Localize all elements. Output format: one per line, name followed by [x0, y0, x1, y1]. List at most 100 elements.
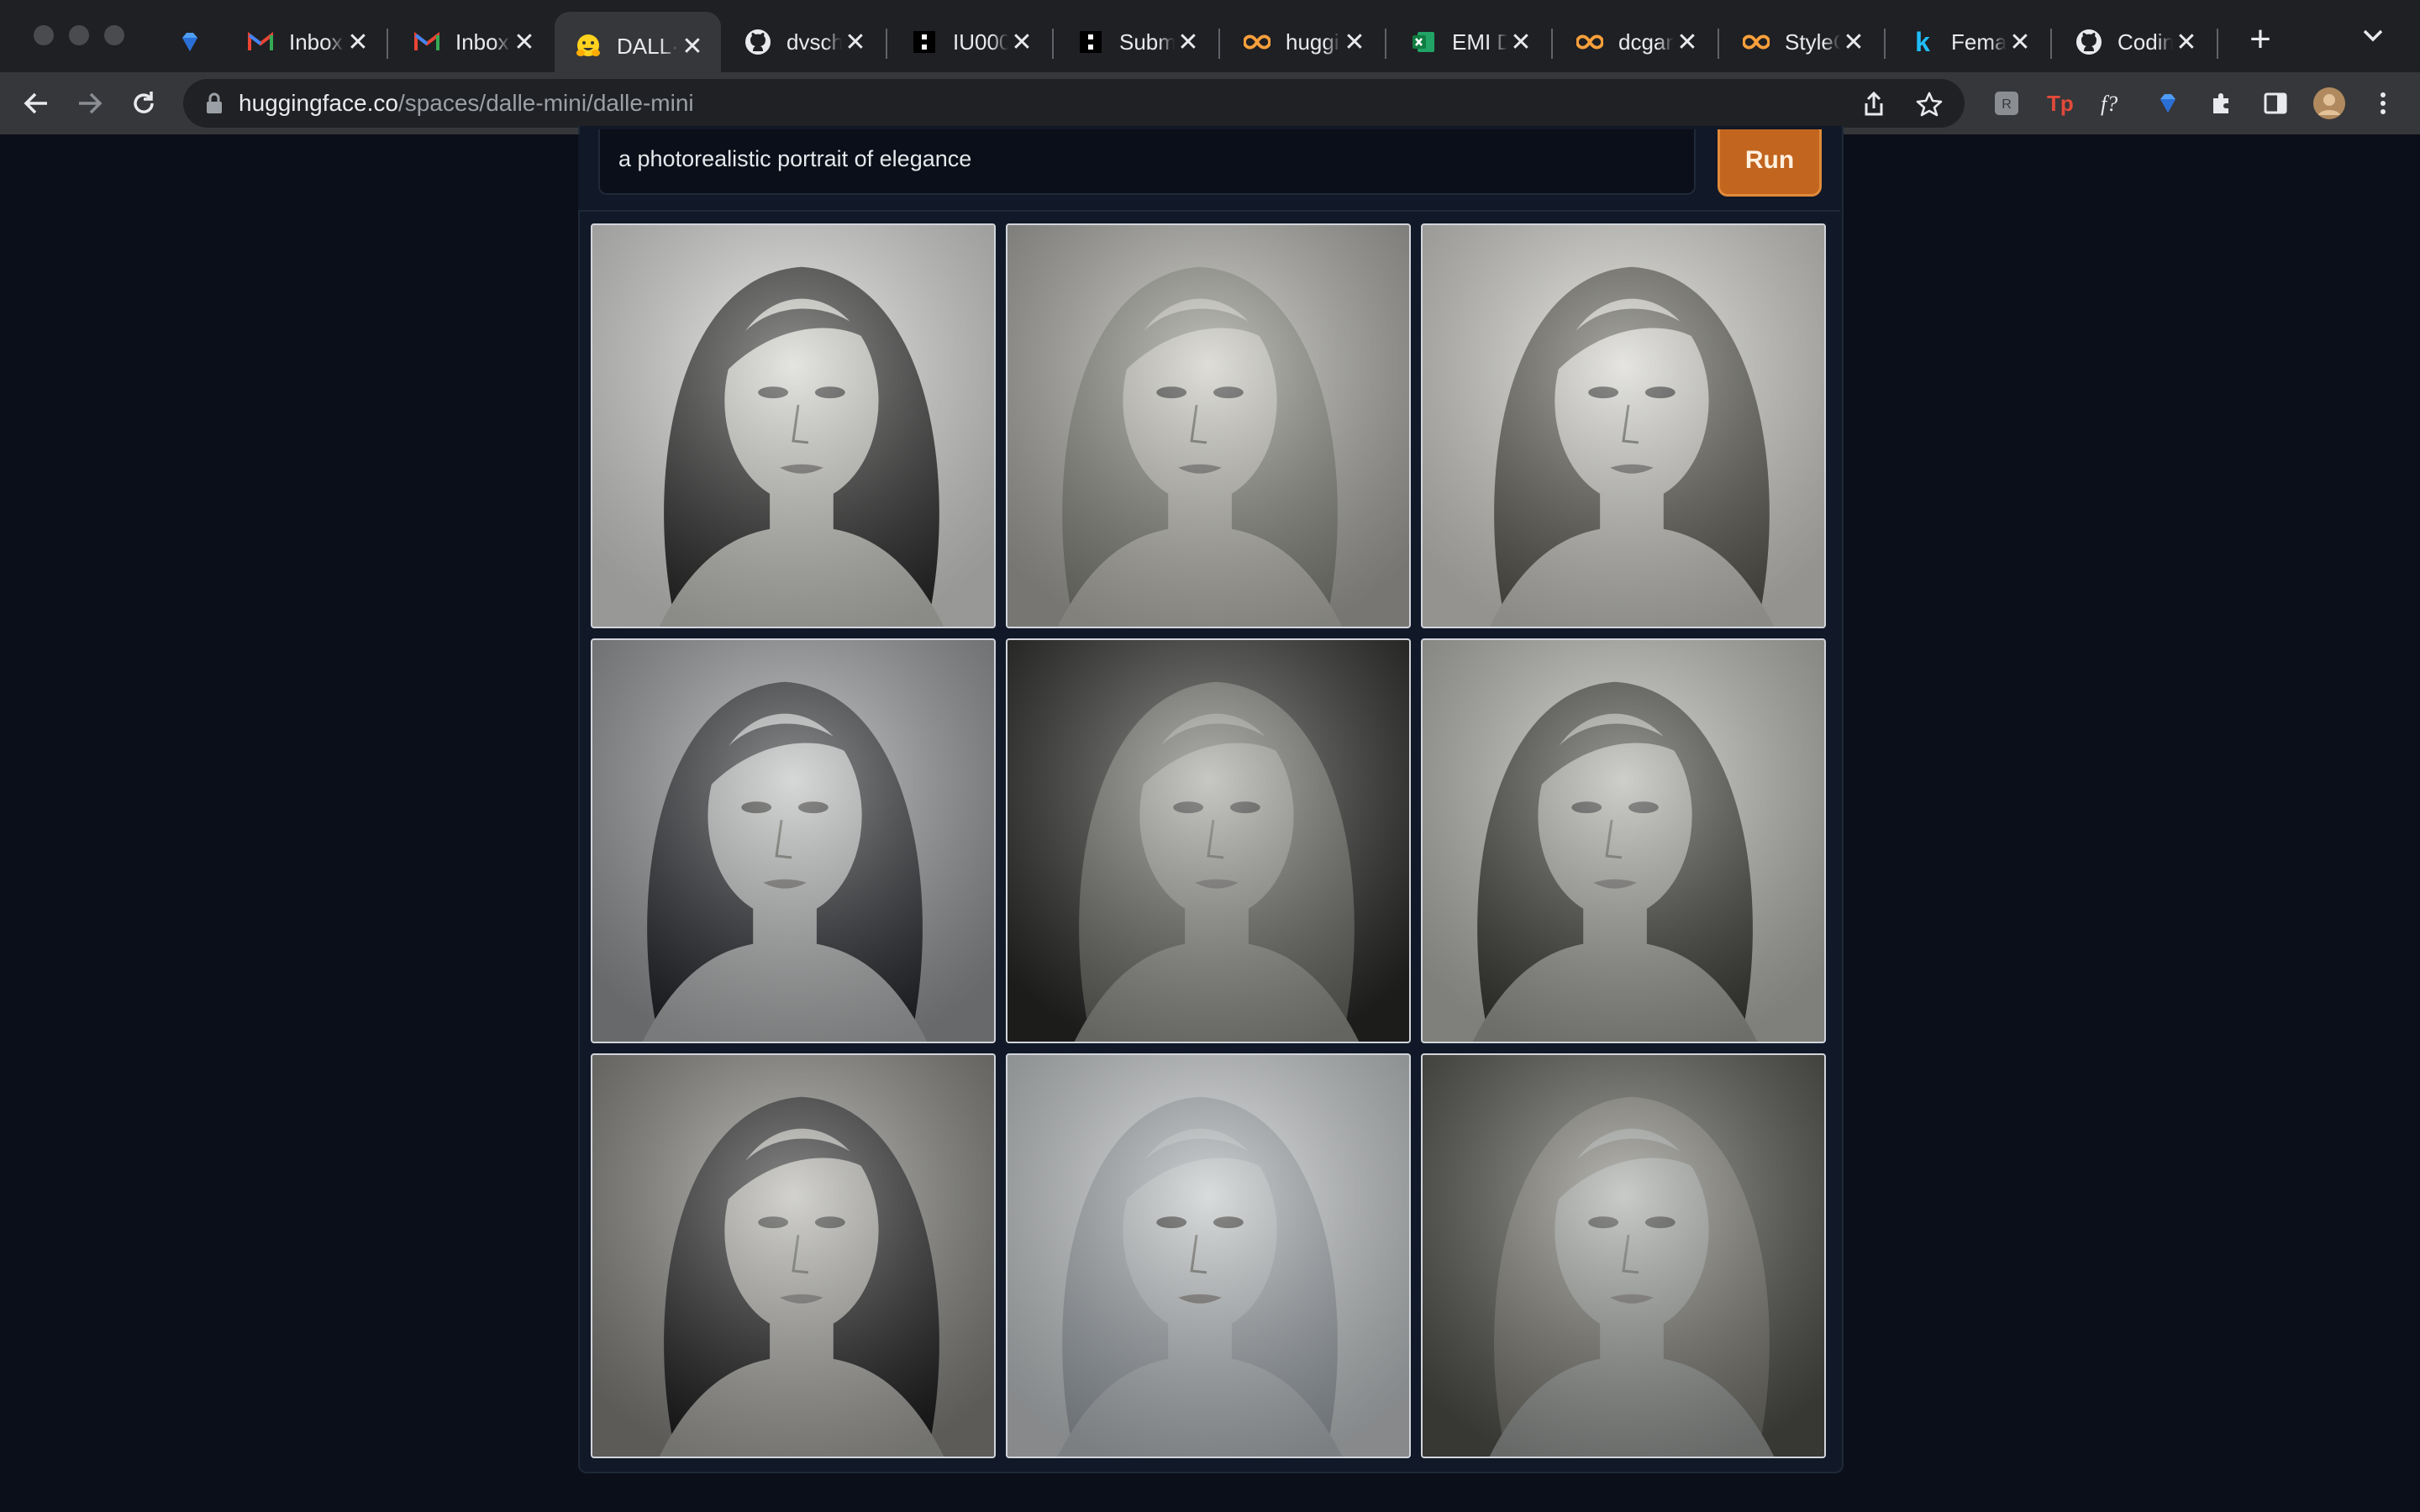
gmail-icon [413, 29, 440, 55]
extension-gray-icon[interactable]: R [1990, 87, 2023, 120]
tab-title: huggi [1286, 29, 1339, 55]
tab-search-icon[interactable] [2361, 22, 2385, 50]
new-tab-button[interactable]: + [2235, 18, 2286, 60]
url-host: huggingface.co [239, 90, 398, 116]
close-tab-icon[interactable]: ✕ [1840, 28, 1867, 57]
tab-title: EMI D [1452, 29, 1507, 55]
close-tab-icon[interactable]: ✕ [2173, 28, 2200, 57]
back-arrow-icon [24, 92, 47, 114]
portrait-image [592, 640, 994, 1042]
tab-title: Inbox [289, 29, 343, 55]
tp-extension-icon[interactable]: Tp [2044, 87, 2077, 120]
formula-extension-icon[interactable]: f? [2097, 87, 2131, 120]
tab-title: Codin [2118, 29, 2173, 55]
diamond-icon [176, 29, 203, 55]
forward-button[interactable] [69, 82, 111, 124]
dark-square-icon [911, 29, 938, 55]
side-panel-icon[interactable] [2259, 87, 2292, 120]
tab-title: StyleC [1785, 29, 1840, 55]
infinity-icon [1244, 29, 1270, 55]
lock-icon[interactable] [202, 91, 227, 116]
reload-button[interactable] [123, 82, 165, 124]
portrait-image [1423, 640, 1824, 1042]
tab-title: Inbox [455, 29, 509, 55]
browser-tab-dalle[interactable]: DALL·E ✕ [555, 12, 721, 81]
generated-image-6[interactable] [1421, 638, 1826, 1043]
close-tab-icon[interactable]: ✕ [1341, 28, 1368, 57]
prompt-input[interactable]: a photorealistic portrait of elegance [598, 129, 1696, 195]
svg-text:R: R [2002, 97, 2012, 112]
browser-tab-stylec[interactable]: StyleC ✕ [1723, 12, 1882, 72]
generated-image-9[interactable] [1421, 1053, 1826, 1458]
browser-tab-iu000[interactable]: IU000 ✕ [891, 12, 1050, 72]
share-icon[interactable] [1857, 87, 1891, 121]
close-tab-icon[interactable]: ✕ [1175, 28, 1202, 57]
diamond-extension-icon[interactable] [2151, 87, 2185, 120]
gmail-icon [247, 29, 274, 55]
url-path: /spaces/dalle-mini/dalle-mini [397, 90, 694, 116]
browser-tab-huggi[interactable]: huggi ✕ [1223, 12, 1383, 72]
address-bar[interactable]: huggingface.co/spaces/dalle-mini/dalle-m… [183, 79, 1965, 128]
close-tab-icon[interactable]: ✕ [679, 32, 706, 61]
generated-image-7[interactable] [591, 1053, 996, 1458]
svg-text:Tp: Tp [2047, 91, 2074, 116]
generated-image-8[interactable] [1006, 1053, 1411, 1458]
close-tab-icon[interactable]: ✕ [1674, 28, 1701, 57]
close-tab-icon[interactable]: ✕ [511, 28, 538, 57]
github-icon [2075, 29, 2102, 55]
run-button[interactable]: Run [1718, 129, 1822, 197]
minimize-window-button[interactable] [69, 25, 89, 45]
portrait-image [1007, 640, 1409, 1042]
zoom-window-button[interactable] [104, 25, 124, 45]
portrait-image [1423, 225, 1824, 627]
generated-image-2[interactable] [1006, 223, 1411, 628]
portrait-image [1423, 1055, 1824, 1457]
close-tab-icon[interactable]: ✕ [1507, 28, 1534, 57]
infinity-icon [1743, 29, 1770, 55]
github-icon [744, 29, 771, 55]
close-tab-icon[interactable]: ✕ [1008, 28, 1035, 57]
profile-avatar[interactable] [2312, 87, 2346, 120]
browser-tab-inbox-1[interactable]: Inbox ✕ [227, 12, 387, 72]
tab-title: DALL·E [617, 33, 679, 59]
browser-tab-codin[interactable]: Codin ✕ [2055, 12, 2215, 72]
extensions-puzzle-icon[interactable] [2205, 87, 2238, 120]
portrait-image [592, 225, 994, 627]
tab-title: dcgan [1618, 29, 1674, 55]
generated-image-4[interactable] [591, 638, 996, 1043]
tab-title: Submi [1119, 29, 1175, 55]
close-tab-icon[interactable]: ✕ [345, 28, 371, 57]
svg-text:f?: f? [2101, 92, 2118, 116]
url-text: huggingface.co/spaces/dalle-mini/dalle-m… [239, 90, 694, 117]
dark-square-icon [1077, 29, 1104, 55]
browser-tab-pinned[interactable] [165, 12, 215, 72]
close-tab-icon[interactable]: ✕ [2007, 28, 2033, 57]
forward-arrow-icon [79, 92, 103, 114]
browser-menu-icon[interactable] [2366, 87, 2400, 120]
browser-tab-dvsch[interactable]: dvsch ✕ [724, 12, 884, 72]
close-tab-icon[interactable]: ✕ [842, 28, 869, 57]
hugging-face-icon [575, 33, 602, 60]
window-controls [34, 25, 124, 45]
k-icon: k [1915, 26, 1930, 57]
prompt-row: a photorealistic portrait of elegance Ru… [578, 129, 1840, 212]
bookmark-star-icon[interactable] [1912, 87, 1946, 121]
tab-title: dvsch [786, 29, 842, 55]
browser-tab-emi[interactable]: EMI D ✕ [1390, 12, 1549, 72]
close-window-button[interactable] [34, 25, 54, 45]
tab-title: Femal [1951, 29, 2007, 55]
browser-tab-inbox-2[interactable]: Inbox ✕ [393, 12, 553, 72]
generated-image-3[interactable] [1421, 223, 1826, 628]
excel-icon [1410, 29, 1437, 55]
browser-toolbar: huggingface.co/spaces/dalle-mini/dalle-m… [0, 72, 2420, 134]
tab-title: IU000 [953, 29, 1008, 55]
portrait-image [592, 1055, 994, 1457]
portrait-image [1007, 225, 1409, 627]
back-button[interactable] [15, 82, 57, 124]
generated-image-1[interactable] [591, 223, 996, 628]
generated-image-5[interactable] [1006, 638, 1411, 1043]
browser-tab-submi[interactable]: Submi ✕ [1057, 12, 1217, 72]
browser-tab-dcgan[interactable]: dcgan ✕ [1556, 12, 1716, 72]
browser-tab-strip: Inbox ✕ Inbox ✕ DALL·E ✕ dvsch ✕ IU000 ✕ [0, 0, 2420, 81]
browser-tab-femal[interactable]: k Femal ✕ [1889, 12, 2049, 72]
